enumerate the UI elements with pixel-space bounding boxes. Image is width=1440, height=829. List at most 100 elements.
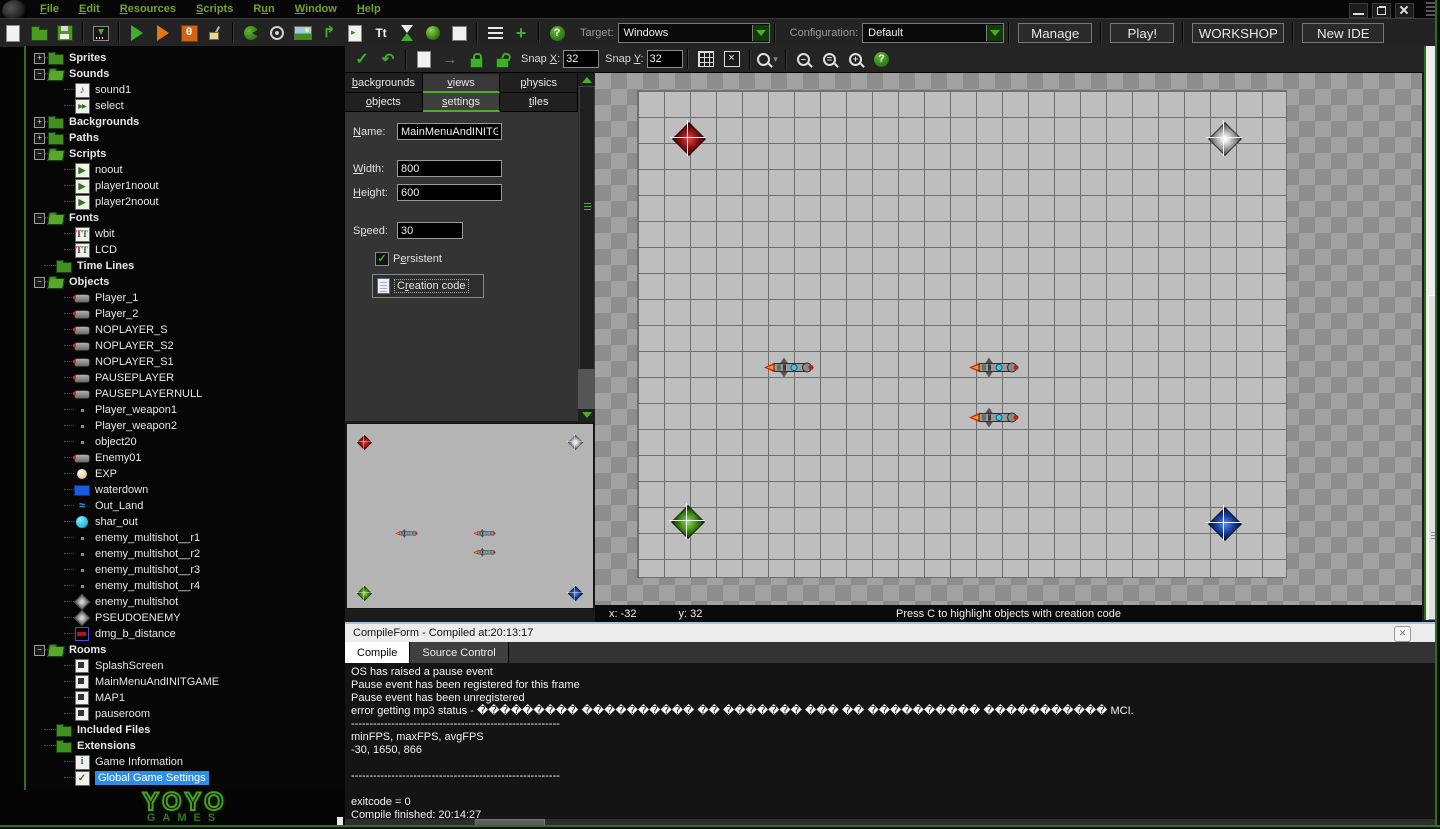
- tree-item-enemy-multishot[interactable]: enemy_multishot: [26, 593, 347, 611]
- tab-tiles[interactable]: t iles: [500, 93, 579, 112]
- instance-enemy-ship[interactable]: [763, 356, 817, 383]
- toggle-grid-button[interactable]: [694, 47, 718, 71]
- zoom-out-button[interactable]: –: [792, 47, 816, 71]
- tree-item-sounds[interactable]: − Sounds: [26, 66, 347, 82]
- tree-item-sound1[interactable]: ♪ sound1: [26, 82, 347, 98]
- tree-item-scripts[interactable]: − Scripts: [26, 146, 347, 162]
- room-canvas[interactable]: [595, 73, 1422, 605]
- tree-item-splashscreen[interactable]: SplashScreen: [26, 658, 347, 674]
- tree-item-player-weapon2[interactable]: Player_weapon2: [26, 418, 347, 434]
- expander-icon[interactable]: −: [34, 149, 45, 160]
- tree-item-game-information[interactable]: i Game Information: [26, 754, 347, 770]
- compile-tab-compile[interactable]: Compile: [345, 642, 411, 663]
- instance-cross-green[interactable]: [355, 584, 373, 602]
- run-button[interactable]: [125, 21, 149, 45]
- minimize-button[interactable]: [1349, 3, 1368, 18]
- instance-cross-silver[interactable]: [566, 433, 584, 451]
- tab-views[interactable]: v iews: [422, 74, 501, 93]
- instance-cross-blue[interactable]: [1206, 505, 1242, 541]
- open-project-button[interactable]: [27, 21, 51, 45]
- tab-physics[interactable]: p hysics: [500, 74, 579, 93]
- tree-item-enemy-multishot-r4[interactable]: enemy_multishot__r4: [26, 578, 347, 594]
- compile-tab-source-control[interactable]: Source Control: [410, 642, 509, 663]
- chevron-down-icon[interactable]: [751, 25, 769, 41]
- new-project-button[interactable]: [1, 21, 25, 45]
- persistent-checkbox[interactable]: ✓: [375, 252, 389, 266]
- play-button[interactable]: Play!: [1110, 23, 1175, 43]
- instance-enemy-ship[interactable]: [473, 528, 497, 540]
- tab-settings[interactable]: s ettings: [422, 93, 501, 112]
- create-sprite-button[interactable]: [239, 21, 263, 45]
- tree-item-player-weapon1[interactable]: Player_weapon1: [26, 402, 347, 418]
- debug-mode-button[interactable]: 0: [177, 21, 201, 45]
- instance-cross-red[interactable]: [355, 433, 373, 451]
- instance-enemy-ship[interactable]: [395, 528, 419, 540]
- zoom-in-button[interactable]: +: [844, 47, 868, 71]
- tree-item-extensions[interactable]: Extensions: [26, 738, 347, 754]
- tree-item-enemy-multishot-r2[interactable]: enemy_multishot__r2: [26, 546, 347, 562]
- tree-item-dmg-b-distance[interactable]: dmg_b_distance: [26, 626, 347, 642]
- expander-icon[interactable]: −: [34, 645, 45, 656]
- create-room-button[interactable]: [447, 21, 471, 45]
- add-resource-button[interactable]: +: [509, 21, 533, 45]
- room-height-input[interactable]: [397, 184, 502, 201]
- tree-item-player-1[interactable]: Player_1: [26, 290, 347, 306]
- menu-scripts[interactable]: Scripts: [188, 2, 241, 18]
- scroll-down-icon[interactable]: [578, 409, 595, 421]
- expander-icon[interactable]: −: [34, 213, 45, 224]
- expander-icon[interactable]: −: [34, 69, 45, 80]
- tree-item-time-lines[interactable]: Time Lines: [26, 258, 347, 274]
- lock-instances-button[interactable]: [464, 47, 488, 71]
- undo-button[interactable]: ↶: [376, 47, 400, 71]
- tree-item-player1noout[interactable]: ▶ player1noout: [26, 178, 347, 194]
- close-icon[interactable]: ✕: [1394, 626, 1411, 642]
- tree-item-enemy-multishot-r1[interactable]: enemy_multishot__r1: [26, 530, 347, 546]
- scrollbar-track[interactable]: [578, 369, 595, 409]
- confirm-button[interactable]: ✓: [350, 47, 374, 71]
- snap-y-input[interactable]: [646, 50, 683, 68]
- room-grid-area[interactable]: [637, 90, 1287, 578]
- toggle-iso-button[interactable]: ×: [720, 47, 744, 71]
- tab-objects[interactable]: o bjects: [345, 93, 423, 112]
- menu-file[interactable]: File: [32, 2, 67, 18]
- tree-item-enemy01[interactable]: Enemy01: [26, 450, 347, 466]
- create-background-button[interactable]: [291, 21, 315, 45]
- manage-button[interactable]: Manage: [1018, 23, 1093, 43]
- tree-item-map1[interactable]: MAP1: [26, 690, 347, 706]
- create-timeline-button[interactable]: [395, 21, 419, 45]
- instance-enemy-ship[interactable]: [473, 547, 497, 559]
- help-button[interactable]: ?: [870, 47, 894, 71]
- expander-icon[interactable]: +: [34, 117, 45, 128]
- create-executable-button[interactable]: [89, 21, 113, 45]
- room-speed-input[interactable]: [397, 222, 463, 239]
- save-project-button[interactable]: [53, 21, 77, 45]
- creation-code-button[interactable]: Creation code: [372, 274, 484, 298]
- room-minimap-preview[interactable]: [346, 423, 594, 609]
- tree-item-pauseplayer[interactable]: PAUSEPLAYER: [26, 370, 347, 386]
- tree-item-noout[interactable]: ▶ noout: [26, 162, 347, 178]
- tree-item-rooms[interactable]: − Rooms: [26, 642, 347, 658]
- menu-run[interactable]: Run: [245, 2, 282, 18]
- close-button[interactable]: [1395, 3, 1414, 18]
- tree-item-noplayer-s1[interactable]: NOPLAYER_S1: [26, 354, 347, 370]
- menu-edit[interactable]: Edit: [71, 2, 108, 18]
- shift-instances-button[interactable]: →: [438, 47, 462, 71]
- tree-item-out-land[interactable]: ≈ Out_Land: [26, 498, 347, 514]
- menu-help[interactable]: Help: [349, 2, 389, 18]
- workshop-button[interactable]: WORKSHOP: [1192, 23, 1285, 43]
- panel-splitter-handle[interactable]: [337, 817, 343, 825]
- room-name-input[interactable]: [397, 123, 502, 140]
- tree-item-pauseplayernull[interactable]: PAUSEPLAYERNULL: [26, 386, 347, 402]
- instance-enemy-ship[interactable]: [968, 406, 1022, 433]
- scrollbar-thumb[interactable]: [579, 86, 595, 371]
- tree-item-sprites[interactable]: + Sprites: [26, 50, 347, 66]
- tree-item-backgrounds[interactable]: + Backgrounds: [26, 114, 347, 130]
- instance-cross-red[interactable]: [670, 120, 706, 156]
- tree-item-pauseroom[interactable]: pauseroom: [26, 706, 347, 722]
- tree-item-objects[interactable]: − Objects: [26, 274, 347, 290]
- tab-backgrounds[interactable]: b ackgrounds: [345, 74, 423, 93]
- instance-enemy-ship[interactable]: [968, 356, 1022, 383]
- tree-item-pseudoenemy[interactable]: PSEUDOENEMY: [26, 609, 347, 627]
- tree-item-enemy-multishot-r3[interactable]: enemy_multishot__r3: [26, 562, 347, 578]
- tree-item-waterdown[interactable]: waterdown: [26, 482, 347, 498]
